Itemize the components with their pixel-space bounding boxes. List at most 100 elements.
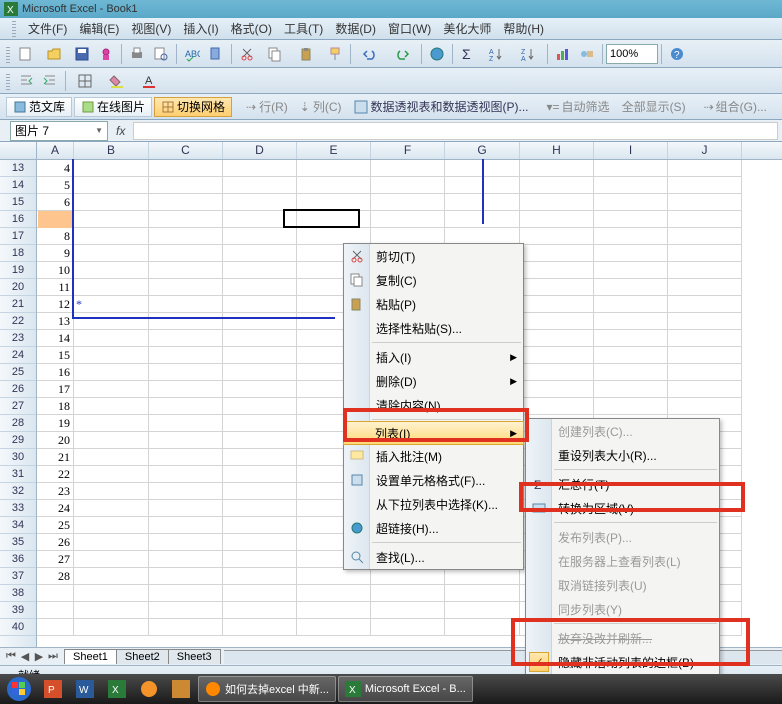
cell[interactable] [445,211,520,228]
cell[interactable] [149,313,223,330]
cell[interactable] [371,619,445,636]
cell[interactable] [520,228,594,245]
cell[interactable]: 11 [37,279,74,296]
copy-button[interactable] [260,43,290,65]
redo-button[interactable] [387,43,417,65]
cell[interactable] [594,160,668,177]
cell[interactable] [594,262,668,279]
cell[interactable] [445,619,520,636]
cell[interactable] [445,568,520,585]
cell[interactable]: 8 [37,228,74,245]
sub-hide-border[interactable]: ✓隐藏非活动列表的边框(B) [526,650,719,674]
menu-tools[interactable]: 工具(T) [278,18,329,39]
autosum-button[interactable]: Σ [457,43,479,65]
cell[interactable] [594,313,668,330]
cell[interactable] [668,245,742,262]
cell[interactable] [668,313,742,330]
group-button[interactable]: ⇢ 组合(G)... [698,98,773,115]
cell[interactable] [594,279,668,296]
menu-data[interactable]: 数据(D) [329,18,382,39]
row-header-27[interactable]: 27 [0,398,36,415]
cell[interactable] [223,466,297,483]
cell[interactable] [594,364,668,381]
col-header-I[interactable]: I [594,142,668,159]
cell[interactable] [223,211,297,228]
cell[interactable] [74,415,149,432]
cell[interactable] [223,449,297,466]
ctx-list[interactable]: 列表(I)▶ [343,421,524,445]
row-header-34[interactable]: 34 [0,517,36,534]
ctx-dropdown-select[interactable]: 从下拉列表中选择(K)... [344,492,523,516]
menu-view[interactable]: 视图(V) [125,18,177,39]
template-lib-button[interactable]: 范文库 [6,97,72,117]
cell[interactable] [223,534,297,551]
row-header-38[interactable]: 38 [0,585,36,602]
grip-handle[interactable] [12,21,16,37]
cell[interactable] [149,347,223,364]
col-header-D[interactable]: D [223,142,297,159]
cell[interactable] [223,279,297,296]
cell[interactable] [594,296,668,313]
fx-label[interactable]: fx [108,124,133,138]
cell[interactable] [445,585,520,602]
cell[interactable] [74,177,149,194]
cell[interactable] [223,228,297,245]
cell[interactable]: 28 [37,568,74,585]
cell[interactable]: 13 [37,313,74,330]
cell[interactable] [520,211,594,228]
print-preview-button[interactable] [150,43,172,65]
cell[interactable] [594,228,668,245]
borders-button[interactable] [70,70,100,92]
cell[interactable] [445,194,520,211]
cell[interactable] [371,194,445,211]
cell[interactable] [149,296,223,313]
cell[interactable] [668,194,742,211]
cell[interactable] [520,262,594,279]
col-header-H[interactable]: H [520,142,594,159]
cell[interactable]: 26 [37,534,74,551]
col-header-B[interactable]: B [74,142,149,159]
cell[interactable] [149,568,223,585]
cell[interactable] [520,364,594,381]
cell[interactable] [74,194,149,211]
cell[interactable] [668,347,742,364]
cell[interactable] [223,551,297,568]
ctx-paste[interactable]: 粘贴(P) [344,292,523,316]
row-header-36[interactable]: 36 [0,551,36,568]
cell[interactable] [37,619,74,636]
col-header-J[interactable]: J [668,142,742,159]
cell[interactable]: 24 [37,500,74,517]
cell[interactable]: 20 [37,432,74,449]
row-header-35[interactable]: 35 [0,534,36,551]
task-browser[interactable]: 如何去掉excel 中新... [198,676,336,702]
cell[interactable] [371,568,445,585]
cell[interactable] [74,228,149,245]
cell[interactable] [149,585,223,602]
cell[interactable] [594,381,668,398]
cell[interactable]: 5 [37,177,74,194]
cell[interactable] [149,160,223,177]
cell[interactable] [149,211,223,228]
formula-input[interactable] [133,122,778,140]
cell[interactable] [149,177,223,194]
col-button[interactable]: ⇣ 列(C) [294,98,348,115]
sheet-tab-2[interactable]: Sheet2 [116,649,169,664]
row-headers[interactable]: 1314151617181920212223242526272829303132… [0,160,37,647]
cell[interactable] [149,483,223,500]
drawing-button[interactable] [576,43,598,65]
cell[interactable] [223,177,297,194]
cell[interactable] [149,262,223,279]
row-header-40[interactable]: 40 [0,619,36,636]
cell[interactable] [520,160,594,177]
col-header-C[interactable]: C [149,142,223,159]
cell[interactable] [520,296,594,313]
paste-button[interactable] [292,43,322,65]
menu-help[interactable]: 帮助(H) [497,18,550,39]
cell[interactable] [223,347,297,364]
cell[interactable]: 6 [37,194,74,211]
cell[interactable] [520,279,594,296]
grip-handle[interactable] [6,72,10,90]
task-excel[interactable]: XMicrosoft Excel - B... [338,676,473,702]
cell[interactable] [149,619,223,636]
row-button[interactable]: ⇢ 行(R) [240,98,294,115]
